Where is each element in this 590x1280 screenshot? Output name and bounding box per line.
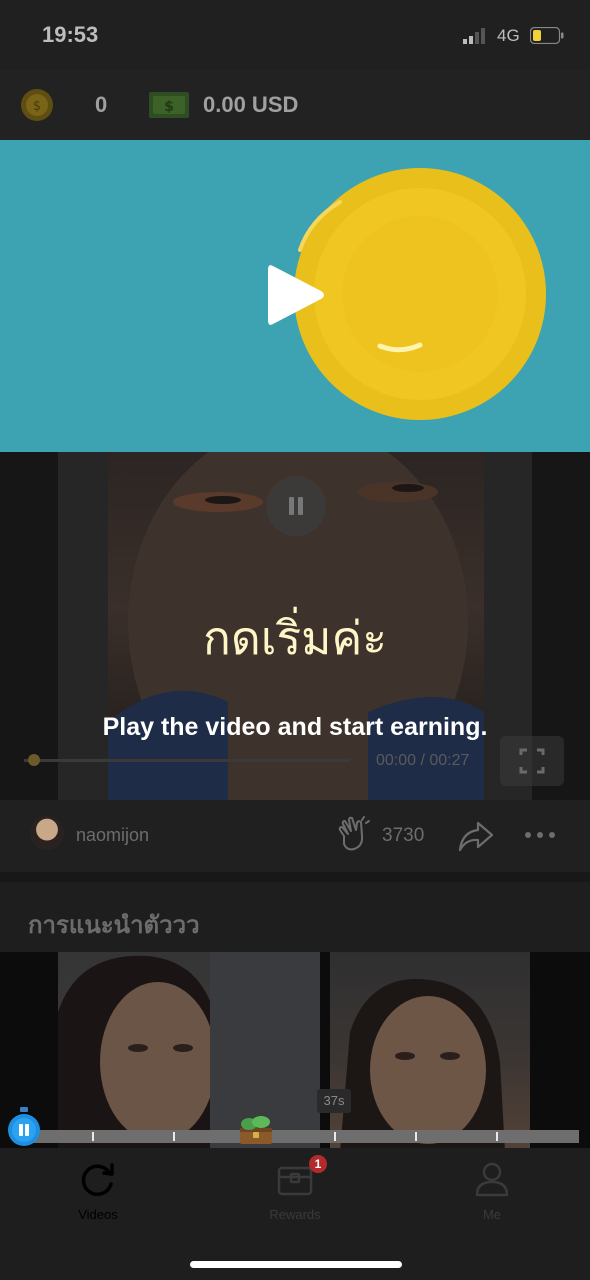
- video-progress-knob[interactable]: [28, 754, 40, 766]
- tab-me[interactable]: Me: [432, 1160, 552, 1222]
- cash-icon: $: [149, 92, 189, 118]
- fullscreen-icon: [519, 748, 545, 774]
- reward-progress-bar: [24, 1130, 579, 1143]
- refresh-icon: [81, 1163, 114, 1197]
- tab-rewards[interactable]: Rewards: [235, 1160, 355, 1222]
- progress-tick: [334, 1132, 336, 1141]
- like-count: 3730: [382, 825, 425, 846]
- video-time: 00:00 / 00:27: [376, 752, 470, 769]
- play-icon[interactable]: [265, 260, 327, 330]
- home-indicator[interactable]: [190, 1261, 402, 1268]
- signal-icon: [463, 28, 485, 44]
- tab-rewards-label: Rewards: [269, 1207, 321, 1222]
- progress-tick: [92, 1132, 94, 1141]
- fullscreen-button[interactable]: [500, 736, 564, 786]
- pause-button[interactable]: [266, 476, 326, 536]
- clap-icon[interactable]: [336, 816, 370, 852]
- thumbnail-image: [58, 952, 320, 1152]
- svg-text:$: $: [164, 99, 174, 115]
- notification-badge: 1: [309, 1155, 327, 1173]
- video-caption: กดเริ่มค่ะ: [203, 611, 387, 665]
- video-progress-bar[interactable]: [24, 759, 350, 762]
- network-type: 4G: [497, 26, 520, 45]
- tutorial-video[interactable]: [0, 140, 590, 452]
- recommendation-card[interactable]: [58, 952, 320, 1152]
- section-title: การแนะนำตัววว: [28, 911, 200, 939]
- share-icon[interactable]: [458, 820, 494, 852]
- cash-balance: 0.00 USD: [203, 92, 299, 117]
- tab-videos[interactable]: Videos: [38, 1160, 158, 1222]
- coin-balance: 0: [95, 92, 108, 117]
- user-icon: [475, 1162, 509, 1197]
- duration-badge: 37s: [317, 1089, 351, 1113]
- timer-pause-button[interactable]: [6, 1107, 42, 1147]
- progress-tick: [415, 1132, 417, 1141]
- tab-videos-label: Videos: [78, 1207, 118, 1222]
- recommendation-row: [0, 952, 590, 1152]
- progress-tick: [496, 1132, 498, 1141]
- pause-icon: [289, 497, 303, 515]
- avatar[interactable]: [30, 816, 64, 850]
- thumbnail-image: [340, 979, 505, 1152]
- coin-icon: $: [21, 89, 53, 121]
- more-icon[interactable]: [523, 830, 557, 840]
- svg-text:$: $: [33, 99, 41, 114]
- status-time: 19:53: [42, 22, 99, 47]
- section-divider: [0, 872, 590, 882]
- progress-tick: [173, 1132, 175, 1141]
- username[interactable]: naomijon: [76, 825, 149, 846]
- treasure-chest-icon[interactable]: [237, 1114, 275, 1146]
- recommendation-card[interactable]: [330, 952, 530, 1152]
- tab-me-label: Me: [482, 1207, 502, 1222]
- battery-icon: [530, 27, 564, 44]
